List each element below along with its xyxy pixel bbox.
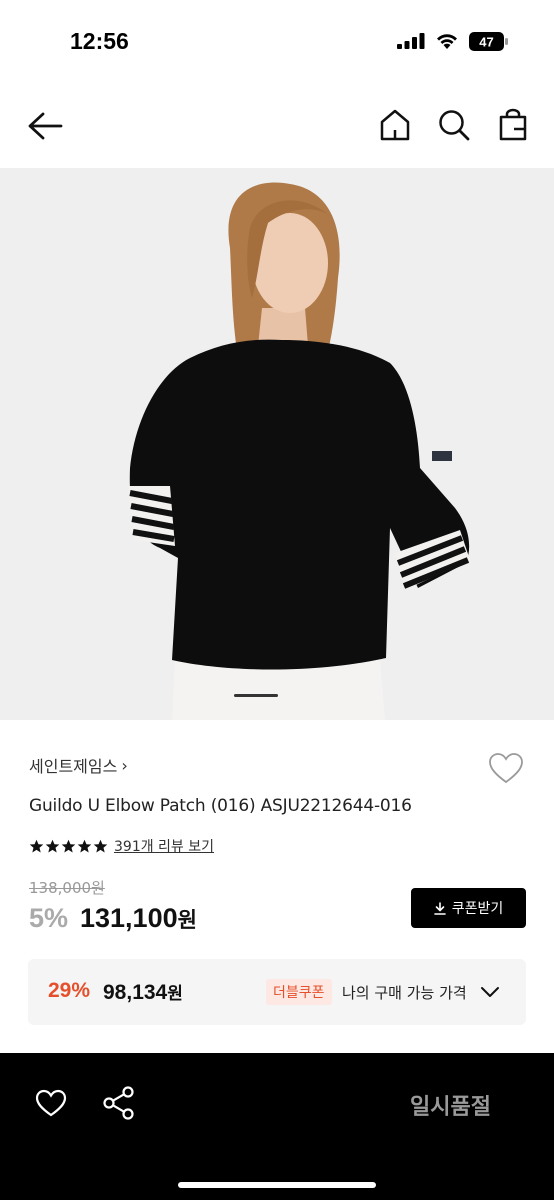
- double-coupon-badge: 더블쿠폰: [266, 979, 332, 1005]
- sale-price: 131,100원: [80, 903, 197, 934]
- brand-name: 세인트제임스: [29, 757, 118, 776]
- status-time: 12:56: [70, 28, 129, 54]
- best-price-label: 나의 구매 가능 가격: [342, 984, 467, 1002]
- status-bar: 12:56 47: [0, 0, 554, 80]
- best-price-value: 98,134: [103, 981, 168, 1004]
- best-price-box[interactable]: 29% 98,134원 더블쿠폰 나의 구매 가능 가격: [28, 959, 526, 1025]
- top-navigation: [0, 86, 554, 166]
- wifi-icon: [437, 34, 457, 49]
- coupon-button-label: 쿠폰받기: [451, 901, 504, 917]
- discount-rate: 5%: [29, 903, 69, 933]
- search-icon[interactable]: [437, 108, 471, 142]
- chevron-down-icon[interactable]: [479, 981, 501, 1003]
- heart-icon[interactable]: [487, 751, 525, 785]
- share-icon[interactable]: [102, 1085, 136, 1121]
- product-image-gallery[interactable]: [0, 168, 554, 720]
- home-icon[interactable]: [379, 108, 411, 142]
- sale-price-value: 131,100: [80, 903, 178, 933]
- review-link[interactable]: 391개 리뷰 보기: [114, 836, 214, 856]
- original-price: 138,000원: [29, 879, 105, 897]
- signal-icon: [397, 33, 425, 49]
- coupon-download-button[interactable]: 쿠폰받기: [411, 888, 526, 928]
- heart-icon[interactable]: [34, 1088, 68, 1118]
- star-icon: [93, 839, 108, 852]
- home-indicator[interactable]: [178, 1182, 376, 1188]
- star-icon: [45, 839, 60, 852]
- star-icon: [29, 839, 44, 852]
- bottom-action-bar: 일시품절: [0, 1053, 554, 1200]
- brand-link[interactable]: 세인트제임스 ›: [29, 753, 128, 777]
- slide-indicator: [234, 694, 278, 697]
- best-discount-rate: 29%: [48, 979, 91, 1002]
- product-name: Guildo U Elbow Patch (016) ASJU2212644-0…: [29, 796, 412, 816]
- battery-level: 47: [479, 35, 493, 50]
- best-price: 98,134원: [103, 979, 183, 1005]
- shopping-bag-icon[interactable]: [497, 108, 529, 142]
- soldout-button[interactable]: 일시품절: [410, 1089, 491, 1121]
- rating-row: 391개 리뷰 보기: [29, 836, 214, 856]
- battery-icon: 47: [469, 32, 508, 51]
- elbow-patch-left: [128, 486, 175, 546]
- download-icon: [433, 901, 446, 915]
- arrow-left-icon[interactable]: [26, 110, 64, 142]
- best-price-unit: 원: [167, 984, 183, 1004]
- star-icon: [61, 839, 76, 852]
- sale-price-unit: 원: [177, 908, 197, 932]
- product-photo: [0, 168, 554, 720]
- chevron-right-icon: ›: [121, 755, 128, 775]
- star-rating: [29, 839, 108, 854]
- star-icon: [77, 839, 92, 852]
